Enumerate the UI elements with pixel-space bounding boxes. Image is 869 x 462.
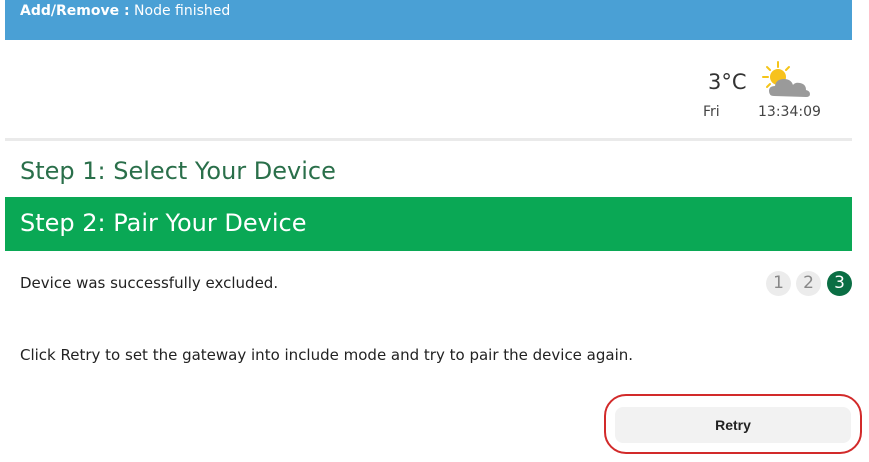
step-select-device[interactable]: Step 1: Select Your Device [5, 145, 852, 195]
notification-message: Node finished [129, 3, 231, 19]
temperature: 3°C [708, 70, 747, 94]
pager-step-1: 1 [766, 271, 791, 296]
weather-time: 13:34:09 [758, 104, 821, 120]
weather-widget: 3°C Fri 13:34:09 [700, 61, 830, 125]
instruction-text: Click Retry to set the gateway into incl… [20, 346, 634, 364]
notification-bar: Add/Remove : Node finished [5, 0, 852, 40]
step-pair-device[interactable]: Step 2: Pair Your Device [5, 197, 852, 251]
retry-button[interactable]: Retry [615, 407, 851, 443]
section-divider [5, 138, 852, 141]
weather-day: Fri [703, 104, 720, 120]
pager-step-2: 2 [796, 271, 821, 296]
pairing-page: Add/Remove : Node finished 3°C Fri 13:34… [0, 0, 869, 462]
pager-step-3: 3 [827, 271, 852, 296]
partly-cloudy-icon [760, 60, 812, 100]
status-message: Device was successfully excluded. [20, 274, 279, 292]
notification-label: Add/Remove : [20, 3, 130, 19]
